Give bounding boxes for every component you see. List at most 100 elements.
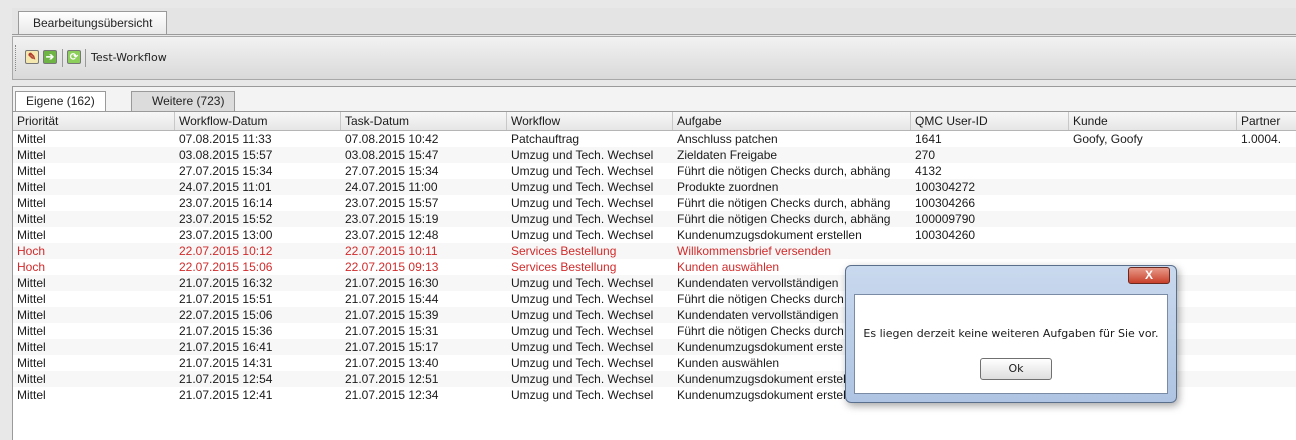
col-task-datum-cell: 21.07.2015 15:31: [345, 324, 439, 338]
col-workflow-datum-cell: 21.07.2015 12:41: [179, 388, 273, 402]
col-task-datum-cell: 23.07.2015 12:48: [345, 228, 439, 242]
col-kunde-cell: [1069, 163, 1237, 179]
next-icon[interactable]: ➔: [43, 50, 57, 64]
table-row[interactable]: Mittel 07.08.2015 11:33 07.08.2015 10:42 Pa…: [13, 131, 1296, 147]
col-workflow-cell: Umzug und Tech. Wechsel: [511, 180, 654, 194]
col-aufgabe-cell: Willkommensbrief versenden: [677, 244, 832, 258]
col-workflow-datum-cell: 21.07.2015 14:31: [179, 356, 273, 370]
col-prioritaet-cell: Mittel: [17, 372, 46, 386]
col-workflow-cell: Umzug und Tech. Wechsel: [511, 228, 654, 242]
col-task-datum-cell: 21.07.2015 15:17: [345, 340, 439, 354]
workflow-title: Test-Workflow: [91, 51, 167, 64]
col-task-datum-cell: 21.07.2015 12:34: [345, 388, 439, 402]
col-workflow-datum-cell: 21.07.2015 16:32: [179, 276, 273, 290]
col-workflow-cell: Umzug und Tech. Wechsel: [511, 276, 654, 290]
col-task-datum-cell: 21.07.2015 15:44: [345, 292, 439, 306]
col-workflow-header[interactable]: Workflow: [507, 112, 673, 130]
col-workflow-cell: Umzug und Tech. Wechsel: [511, 148, 654, 162]
col-partner-cell: [1237, 323, 1296, 339]
edit-icon[interactable]: ✎: [25, 50, 39, 64]
col-prioritaet-cell: Mittel: [17, 228, 46, 242]
col-workflow-cell: Umzug und Tech. Wechsel: [511, 372, 654, 386]
table-row[interactable]: Mittel 27.07.2015 15:34 27.07.2015 15:34 Um…: [13, 163, 1296, 179]
col-prioritaet-cell: Mittel: [17, 308, 46, 322]
col-task-datum-cell: 23.07.2015 15:19: [345, 212, 439, 226]
col-prioritaet-cell: Hoch: [17, 244, 46, 258]
col-prioritaet-cell: Mittel: [17, 212, 46, 226]
col-workflow-datum-cell: 22.07.2015 15:06: [179, 308, 273, 322]
col-qmc-user-id-cell: 4132: [915, 164, 942, 178]
col-partner-cell: [1237, 147, 1296, 163]
col-qmc-user-id-cell: 270: [915, 148, 936, 162]
col-workflow-cell: Umzug und Tech. Wechsel: [511, 196, 654, 210]
table-row[interactable]: Hoch 22.07.2015 10:12 22.07.2015 10:11 Serv…: [13, 243, 1296, 259]
col-workflow-cell: Umzug und Tech. Wechsel: [511, 388, 654, 402]
col-workflow-cell: Umzug und Tech. Wechsel: [511, 324, 654, 338]
col-aufgabe-cell: Führt die nötigen Checks durch, abhäng: [677, 196, 891, 210]
col-partner-header[interactable]: Partner: [1237, 112, 1296, 130]
tab-weitere[interactable]: Weitere (723): [131, 91, 236, 111]
dialog-content: Es liegen derzeit keine weiteren Aufgabe…: [854, 294, 1168, 394]
col-task-datum-header[interactable]: Task-Datum: [341, 112, 507, 130]
col-prioritaet-cell: Mittel: [17, 340, 46, 354]
col-partner-cell: [1237, 371, 1296, 387]
col-aufgabe-cell: Zieldaten Freigabe: [677, 148, 778, 162]
col-partner-cell: [1237, 195, 1296, 211]
col-partner-cell: [1237, 387, 1296, 403]
col-workflow-datum-cell: 23.07.2015 13:00: [179, 228, 273, 242]
col-partner-cell: 1.0004.: [1241, 132, 1282, 146]
toolbar-separator: [62, 49, 63, 67]
table-header: Priorität Workflow-Datum Task-Datum Workflo…: [13, 112, 1296, 131]
col-kunde-cell: [1069, 195, 1237, 211]
col-task-datum-cell: 22.07.2015 09:13: [345, 260, 439, 274]
col-task-datum-cell: 21.07.2015 13:40: [345, 356, 439, 370]
tab-eigene[interactable]: Eigene (162): [15, 91, 106, 112]
table-row[interactable]: Mittel 23.07.2015 15:52 23.07.2015 15:19 Um…: [13, 211, 1296, 227]
col-kunde-header[interactable]: Kunde: [1069, 112, 1237, 130]
col-workflow-cell: Umzug und Tech. Wechsel: [511, 212, 654, 226]
col-prioritaet-header[interactable]: Priorität: [13, 112, 175, 130]
toolbar: ✎ ➔ ⟳ Test-Workflow: [12, 36, 1296, 80]
col-prioritaet-cell: Mittel: [17, 324, 46, 338]
col-workflow-cell: Patchauftrag: [511, 132, 580, 146]
ok-button[interactable]: Ok: [980, 358, 1052, 380]
info-dialog: X Es liegen derzeit keine weiteren Aufga…: [845, 265, 1177, 403]
col-partner-cell: [1237, 179, 1296, 195]
col-prioritaet-cell: Mittel: [17, 356, 46, 370]
col-partner-cell: [1237, 211, 1296, 227]
col-qmc-user-id-header[interactable]: QMC User-ID: [911, 112, 1069, 130]
col-workflow-datum-cell: 22.07.2015 15:06: [179, 260, 273, 274]
col-prioritaet-cell: Mittel: [17, 196, 46, 210]
close-button[interactable]: X: [1128, 267, 1170, 284]
col-kunde-cell: [1069, 211, 1237, 227]
col-kunde-cell: [1069, 179, 1237, 195]
table-row[interactable]: Mittel 24.07.2015 11:01 24.07.2015 11:00 Um…: [13, 179, 1296, 195]
table-row[interactable]: Mittel 23.07.2015 13:00 23.07.2015 12:48 Um…: [13, 227, 1296, 243]
col-workflow-datum-cell: 07.08.2015 11:33: [179, 132, 272, 146]
col-workflow-cell: Umzug und Tech. Wechsel: [511, 164, 654, 178]
table-row[interactable]: Mittel 23.07.2015 16:14 23.07.2015 15:57 Um…: [13, 195, 1296, 211]
col-workflow-cell: Umzug und Tech. Wechsel: [511, 340, 654, 354]
col-qmc-user-id-cell: 100304266: [915, 196, 976, 210]
col-aufgabe-header[interactable]: Aufgabe: [673, 112, 911, 130]
dialog-message: Es liegen derzeit keine weiteren Aufgabe…: [863, 327, 1159, 340]
col-workflow-datum-cell: 22.07.2015 10:12: [179, 244, 273, 258]
col-workflow-datum-header[interactable]: Workflow-Datum: [175, 112, 341, 130]
col-partner-cell: [1237, 275, 1296, 291]
col-qmc-user-id-cell: 1641: [915, 132, 942, 146]
col-qmc-user-id-cell: 100009790: [915, 212, 976, 226]
col-prioritaet-cell: Mittel: [17, 148, 46, 162]
toolbar-grip[interactable]: [15, 45, 19, 71]
col-aufgabe-cell: Produkte zuordnen: [677, 180, 779, 194]
col-kunde-cell: [1069, 243, 1237, 259]
col-prioritaet-cell: Mittel: [17, 180, 46, 194]
col-partner-cell: [1237, 227, 1296, 243]
col-partner-cell: [1237, 339, 1296, 355]
table-row[interactable]: Mittel 03.08.2015 15:57 03.08.2015 15:47 Um…: [13, 147, 1296, 163]
tab-bearbeitungsuebersicht[interactable]: Bearbeitungsübersicht: [18, 11, 168, 34]
col-aufgabe-cell: Kundenumzugsdokument erstellen: [677, 228, 862, 242]
refresh-icon[interactable]: ⟳: [67, 50, 81, 64]
col-task-datum-cell: 23.07.2015 15:57: [345, 196, 439, 210]
col-task-datum-cell: 07.08.2015 10:42: [345, 132, 439, 146]
col-prioritaet-cell: Mittel: [17, 132, 46, 146]
